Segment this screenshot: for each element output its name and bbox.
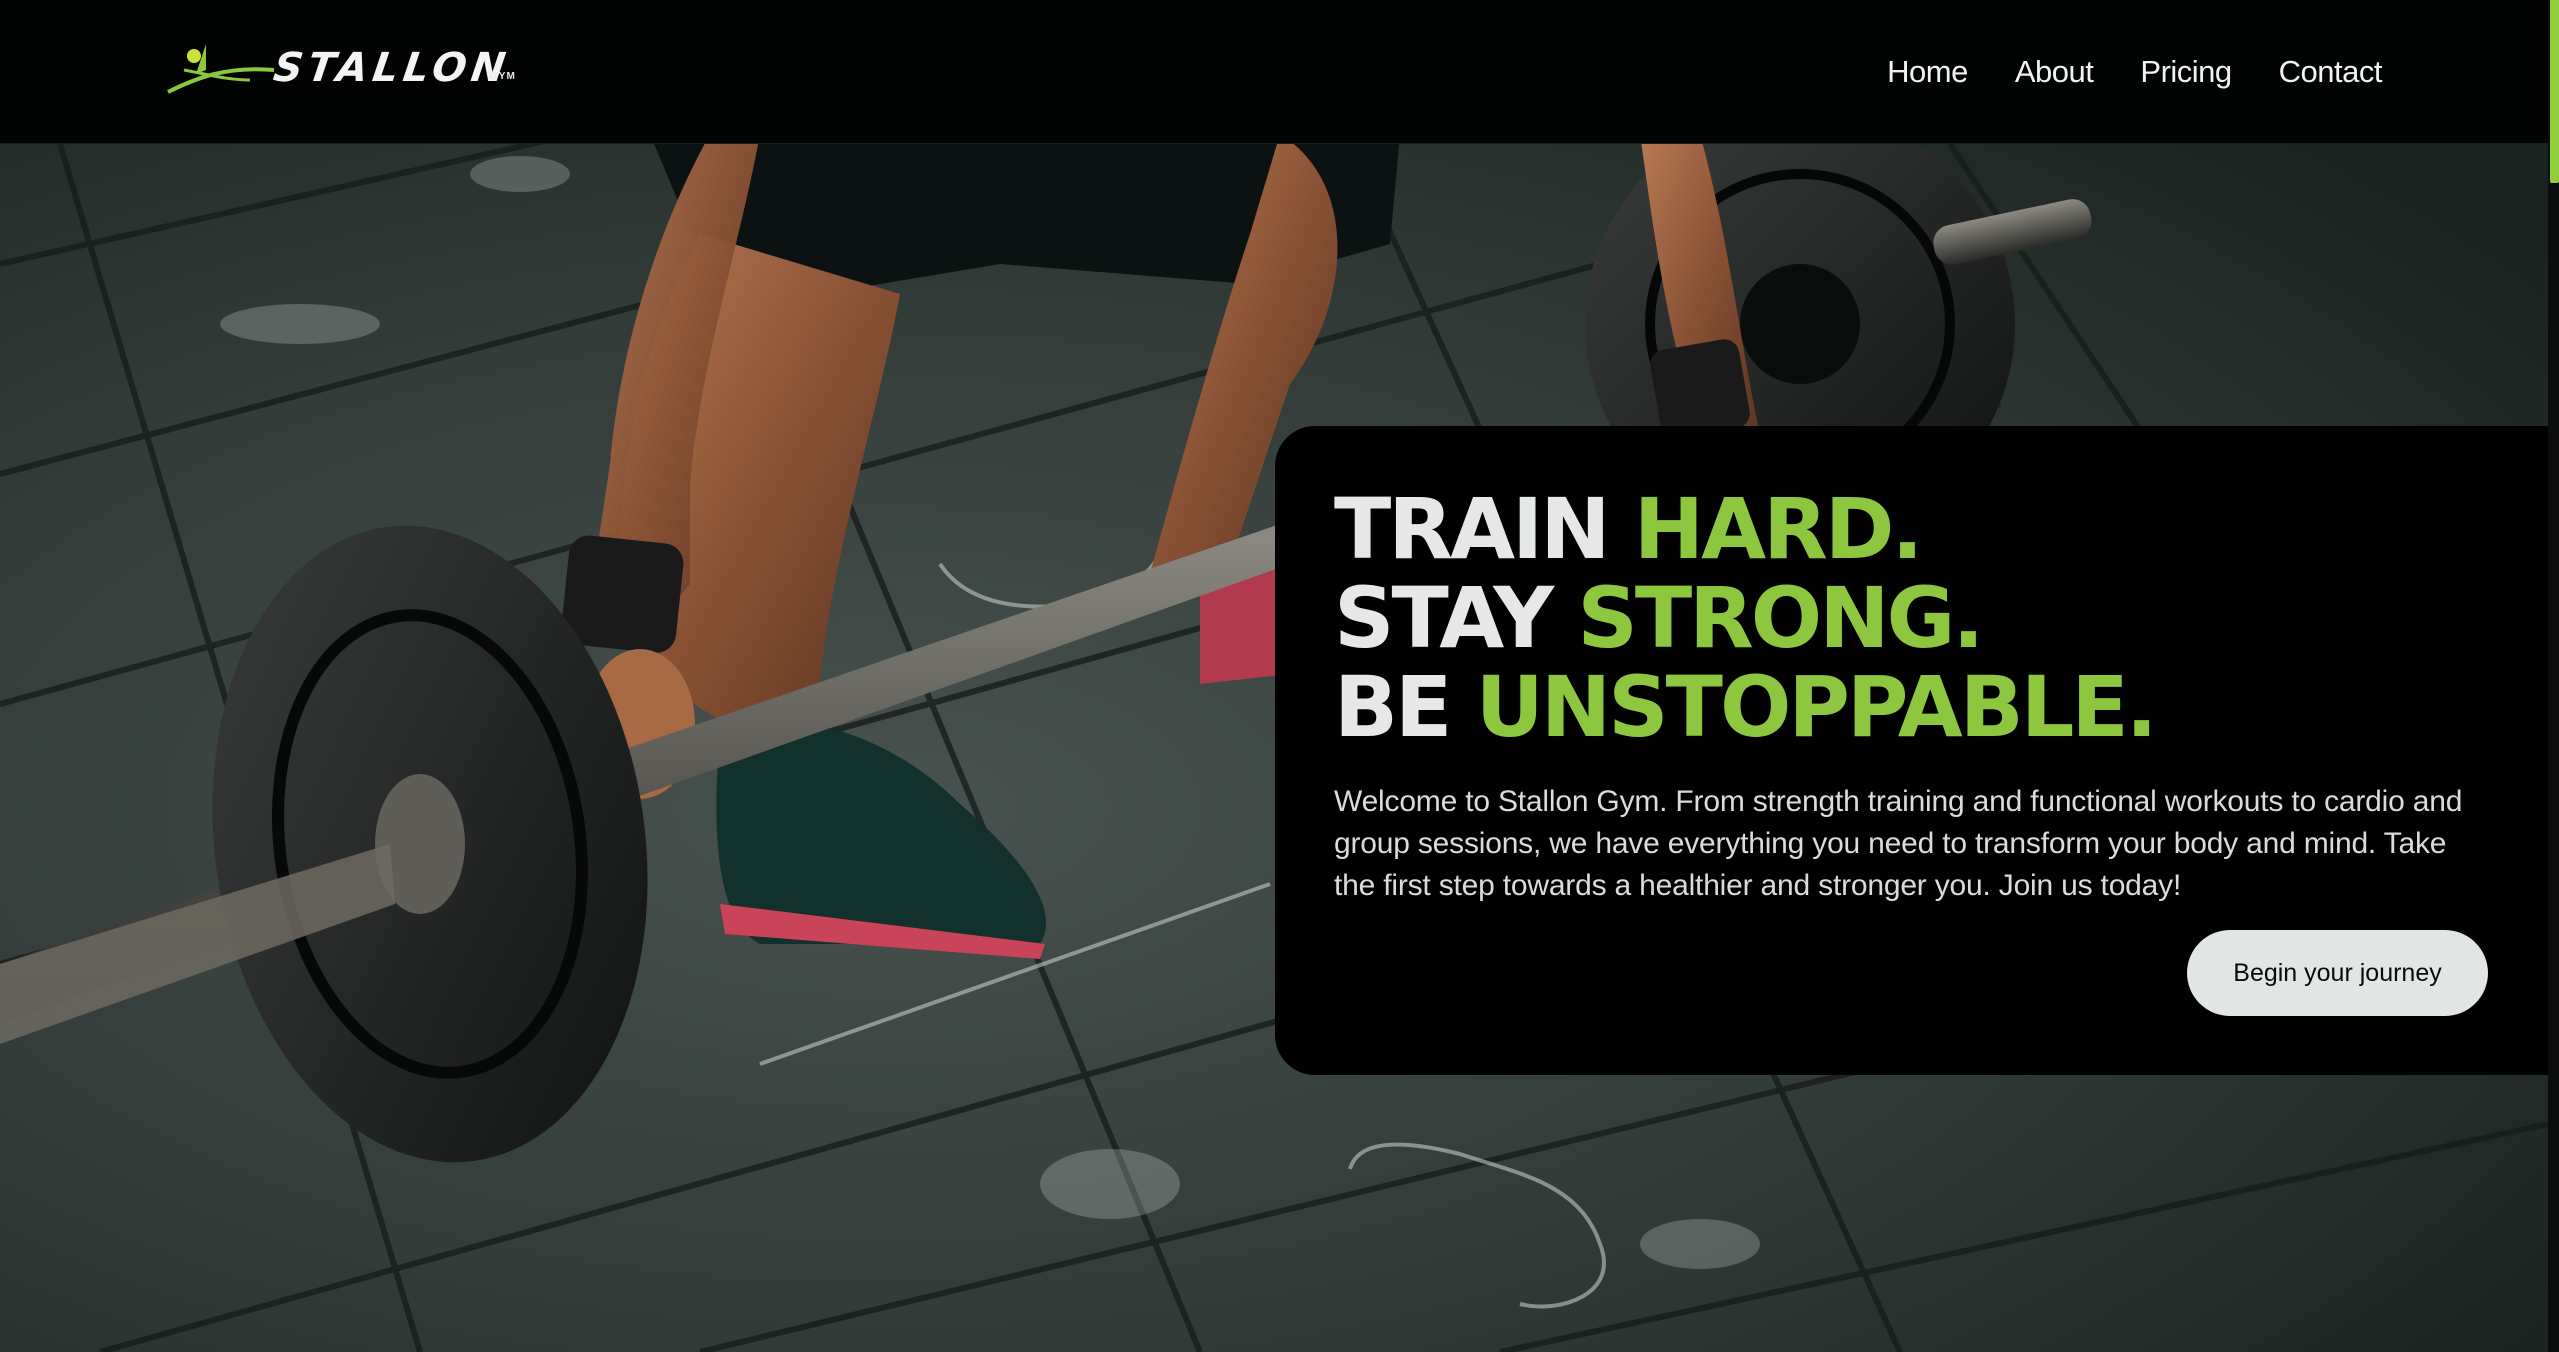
headline-line-1: TRAIN HARD.: [1334, 485, 2155, 574]
brand-logo[interactable]: STALLON GYM: [166, 40, 522, 98]
headline-lead: BE: [1334, 658, 1452, 756]
headline-accent: UNSTOPPABLE.: [1475, 658, 2158, 756]
nav-item-home: Home: [1887, 52, 1968, 92]
runner-logo-icon: [167, 44, 275, 94]
nav-item-pricing: Pricing: [2140, 52, 2232, 92]
nav-item-contact: Contact: [2279, 52, 2383, 92]
headline-accent: HARD.: [1633, 480, 1924, 578]
hero-content-card: TRAIN HARD. STAY STRONG. BE UNSTOPPABLE.…: [1275, 426, 2548, 1075]
nav-link-pricing[interactable]: Pricing: [2140, 52, 2232, 92]
nav-link-home[interactable]: Home: [1887, 52, 1968, 92]
nav-link-contact[interactable]: Contact: [2279, 52, 2383, 92]
scrollbar-thumb[interactable]: [2550, 0, 2559, 183]
main-navigation: Home About Pricing Contact: [1887, 52, 2382, 92]
page: STALLON GYM Home About Pricing Contact T…: [0, 0, 2559, 1352]
headline-line-2: STAY STRONG.: [1334, 574, 2155, 663]
headline-lead: TRAIN: [1334, 480, 1611, 578]
headline-lead: STAY: [1334, 569, 1554, 667]
nav-item-about: About: [2015, 52, 2094, 92]
headline-accent: STRONG.: [1577, 569, 1984, 667]
top-navbar: STALLON GYM Home About Pricing Contact: [0, 0, 2548, 144]
begin-journey-button[interactable]: Begin your journey: [2187, 930, 2488, 1016]
nav-link-about[interactable]: About: [2015, 52, 2094, 92]
headline-line-3: BE UNSTOPPABLE.: [1334, 663, 2158, 752]
logo-wordmark: STALLON: [270, 45, 514, 91]
logo-gym-tag: GYM: [490, 71, 516, 82]
page-scrollbar[interactable]: [2548, 0, 2559, 1352]
hero-intro-text: Welcome to Stallon Gym. From strength tr…: [1334, 785, 2463, 902]
hero-headline: TRAIN HARD. STAY STRONG. BE UNSTOPPABLE.: [1334, 485, 2158, 752]
